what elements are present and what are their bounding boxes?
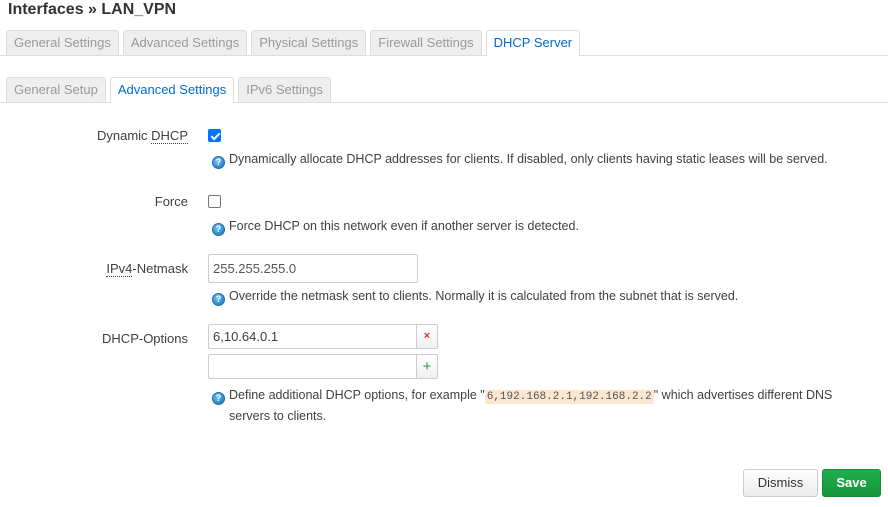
save-button[interactable]: Save [822,469,881,497]
force-checkbox[interactable] [208,195,221,208]
dhcp-option-input[interactable] [208,324,416,349]
dhcp-options-help: ? Define additional DHCP options, for exa… [212,385,832,408]
dhcp-options-label: DHCP-Options [102,331,188,346]
remove-option-button[interactable]: × [416,324,438,349]
force-help: ? Force DHCP on this network even if anot… [212,216,579,237]
tab-dhcp-server[interactable]: DHCP Server [485,30,581,56]
dynamic-dhcp-help: ? Dynamically allocate DHCP addresses for… [212,149,828,170]
tab-firewall-settings[interactable]: Firewall Settings [370,30,482,55]
dynamic-dhcp-label: Dynamic DHCP [97,128,188,144]
force-label: Force [154,194,188,209]
netmask-label: IPv4-Netmask [106,261,188,277]
dhcp-option-new-entry: + [208,354,438,379]
dynamic-dhcp-help-text: Dynamically allocate DHCP addresses for … [229,152,828,166]
add-icon: + [422,358,432,375]
help-icon: ? [212,392,225,405]
netmask-help: ? Override the netmask sent to clients. N… [212,286,738,307]
dynamic-dhcp-label-prefix: Dynamic [96,128,152,143]
tab-physical-settings[interactable]: Physical Settings [251,30,367,55]
tab-advanced-settings[interactable]: Advanced Settings [122,30,248,55]
add-option-button[interactable]: + [416,354,438,379]
force-help-text: Force DHCP on this network even if anoth… [229,219,579,233]
remove-icon: × [423,330,431,342]
help-icon: ? [212,223,225,236]
ipv4-abbr: IPv4 [106,261,133,277]
dhcp-option-new-input[interactable] [208,354,416,379]
netmask-label-suffix: -Netmask [132,261,188,276]
sub-tab-bar: General Setup Advanced Settings IPv6 Set… [0,77,888,103]
dhcp-options-example-code: 6,192.168.2.1,192.168.2.2 [484,390,654,404]
tab-general-settings[interactable]: General Settings [6,30,119,55]
page-title: Interfaces » LAN_VPN [8,1,177,18]
help-icon: ? [212,293,225,306]
dhcp-option-entry: × [208,324,438,349]
dismiss-button[interactable]: Dismiss [743,469,818,497]
dhcp-abbr: DHCP [151,128,188,144]
subtab-advanced-settings[interactable]: Advanced Settings [109,77,235,103]
netmask-input[interactable] [208,254,418,283]
dhcp-options-help-line2: servers to clients. [229,409,327,423]
subtab-ipv6-settings[interactable]: IPv6 Settings [238,77,331,102]
help-icon: ? [212,156,225,169]
dhcp-options-help-after: " which advertises different DNS [653,388,833,402]
dhcp-options-help-before: Define additional DHCP options, for exam… [229,388,485,402]
subtab-general-setup[interactable]: General Setup [6,77,106,102]
main-tab-bar: General Settings Advanced Settings Physi… [0,30,888,56]
dynamic-dhcp-checkbox[interactable] [208,129,221,142]
netmask-help-text: Override the netmask sent to clients. No… [229,289,739,303]
